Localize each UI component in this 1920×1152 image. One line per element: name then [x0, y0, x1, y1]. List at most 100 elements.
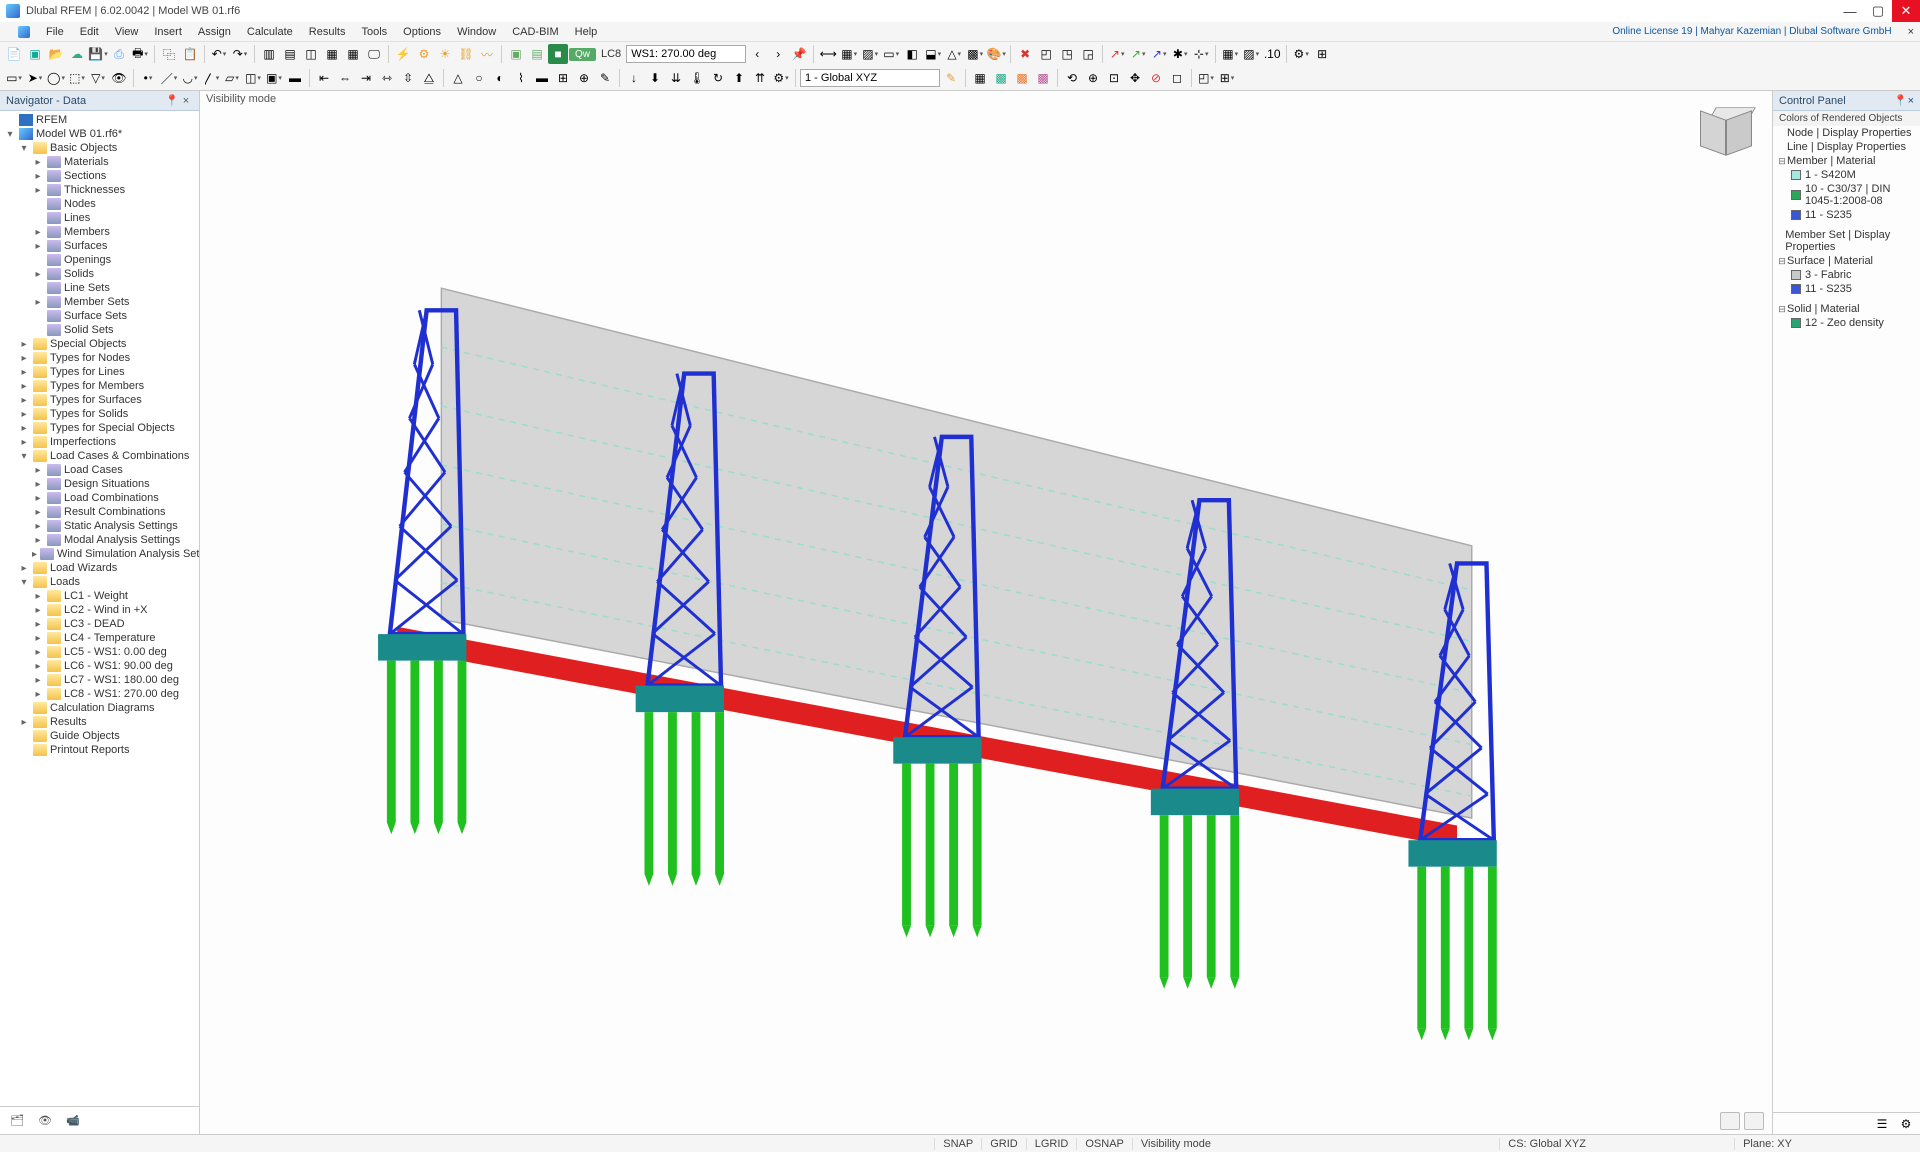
print-icon[interactable]: 🖶 [130, 44, 150, 64]
tree-item[interactable]: ▸Types for Lines [0, 365, 199, 379]
tree-item[interactable]: Nodes [0, 197, 199, 211]
menu-view[interactable]: View [107, 26, 147, 38]
tree-item[interactable]: ▸Materials [0, 155, 199, 169]
menu-help[interactable]: Help [567, 26, 606, 38]
qw-badge[interactable]: Qw [569, 48, 596, 61]
tree-item[interactable]: ▸LC4 - Temperature [0, 631, 199, 645]
zoom-in-icon[interactable]: ⊕ [1083, 68, 1103, 88]
mesh-refine-icon[interactable]: ▩ [991, 68, 1011, 88]
prev-lc-icon[interactable]: ‹ [747, 44, 767, 64]
load-free-icon[interactable]: ⇈ [750, 68, 770, 88]
nav-eye-icon[interactable]: 👁 [34, 1111, 56, 1131]
cp-settings-icon[interactable]: ⚙ [1896, 1114, 1916, 1134]
tree-item[interactable]: Lines [0, 211, 199, 225]
solid-tool-icon[interactable]: ▣ [264, 68, 284, 88]
tree-item[interactable]: ▾Load Cases & Combinations [0, 449, 199, 463]
surface-tool-icon[interactable]: ◧ [902, 44, 922, 64]
rigid-icon[interactable]: ▬ [532, 68, 552, 88]
tree-item[interactable]: ▸Design Situations [0, 477, 199, 491]
zoom-window-icon[interactable]: ◻ [1167, 68, 1187, 88]
menu-results[interactable]: Results [301, 26, 354, 38]
menu-file[interactable]: File [38, 26, 72, 38]
tree-item[interactable]: ▸Types for Solids [0, 407, 199, 421]
load-tool-icon[interactable]: ⬓ [923, 44, 943, 64]
wave-icon[interactable]: 〰 [477, 44, 497, 64]
zoom-rotate-icon[interactable]: ⟲ [1062, 68, 1082, 88]
coord-system-select[interactable] [800, 69, 940, 87]
menu-calculate[interactable]: Calculate [239, 26, 301, 38]
navigator-close-icon[interactable]: × [179, 95, 193, 107]
load-area-icon[interactable]: ⇊ [666, 68, 686, 88]
viewport[interactable]: Visibility mode [200, 91, 1772, 1134]
mirror-icon[interactable]: ⧋ [419, 68, 439, 88]
app-menu-icon[interactable] [18, 26, 30, 38]
tree-item[interactable]: ▸Special Objects [0, 337, 199, 351]
grid-icon[interactable]: ▦ [839, 44, 859, 64]
colors-icon[interactable]: 🎨 [986, 44, 1006, 64]
undo-icon[interactable]: ↶ [209, 44, 229, 64]
tree-item[interactable]: Line Sets [0, 281, 199, 295]
cp-group[interactable]: ⊟Surface | Material [1773, 254, 1920, 268]
tree-item[interactable]: ▸Types for Surfaces [0, 393, 199, 407]
surface-draw-icon[interactable]: ▱ [222, 68, 242, 88]
tree-item[interactable]: ▸Thicknesses [0, 183, 199, 197]
status-lgrid[interactable]: LGRID [1026, 1138, 1077, 1150]
cp-pin-icon[interactable]: 📍 [1894, 94, 1908, 107]
table-icon[interactable]: ▦ [343, 44, 363, 64]
polyline-icon[interactable]: 〳 [201, 68, 221, 88]
tree-item[interactable]: ▸Solids [0, 267, 199, 281]
load-temp-icon[interactable]: 🌡 [687, 68, 707, 88]
cp-color-item[interactable]: 1 - S420M [1773, 168, 1920, 182]
menu-window[interactable]: Window [449, 26, 504, 38]
tree-item[interactable]: ▸LC3 - DEAD [0, 617, 199, 631]
filter-icon[interactable]: ▽ [88, 68, 108, 88]
arc-tool-icon[interactable]: ◡ [180, 68, 200, 88]
tree-item[interactable]: ▸Imperfections [0, 435, 199, 449]
status-vis[interactable]: Visibility mode [1132, 1138, 1219, 1150]
cp-row[interactable]: Node | Display Properties [1773, 126, 1920, 140]
hinge-icon[interactable]: ○ [469, 68, 489, 88]
tree-item[interactable]: Surface Sets [0, 309, 199, 323]
display-extra-icon[interactable]: ⊞ [1312, 44, 1332, 64]
status-snap[interactable]: SNAP [934, 1138, 981, 1150]
next-lc-icon[interactable]: › [768, 44, 788, 64]
cloud-open-icon[interactable]: ☁ [67, 44, 87, 64]
axis-xyz-icon[interactable]: ✱ [1170, 44, 1190, 64]
tree-item[interactable]: ▸Load Combinations [0, 491, 199, 505]
spring-icon[interactable]: ⌇ [511, 68, 531, 88]
cp-color-item[interactable]: 10 - C30/37 | DIN 1045-1:2008-08 [1773, 182, 1920, 208]
navigator-pin-icon[interactable]: 📍 [165, 94, 179, 107]
load-settings-icon[interactable]: ⚙ [771, 68, 791, 88]
new-file-icon[interactable]: 📄 [4, 44, 24, 64]
maximize-button[interactable]: ▢ [1864, 0, 1892, 22]
tree-item[interactable]: ▸Result Combinations [0, 505, 199, 519]
axis-x-icon[interactable]: ↗ [1107, 44, 1127, 64]
load-moment-icon[interactable]: ↻ [708, 68, 728, 88]
menu-edit[interactable]: Edit [72, 26, 107, 38]
tree-item[interactable]: ▸Member Sets [0, 295, 199, 309]
tree-item[interactable]: ▸Modal Analysis Settings [0, 533, 199, 547]
copy-icon[interactable]: ⿻ [159, 44, 179, 64]
tree-item[interactable]: ▸Wind Simulation Analysis Settings [0, 547, 199, 561]
load-point-icon[interactable]: ↓ [624, 68, 644, 88]
cp-list-icon[interactable]: ☰ [1872, 1114, 1892, 1134]
tree-item[interactable]: Openings [0, 253, 199, 267]
loadcase-select[interactable] [626, 45, 746, 63]
thickness-tool-icon[interactable]: ▬ [285, 68, 305, 88]
no-zoom-icon[interactable]: ⊘ [1146, 68, 1166, 88]
distribute-h-icon[interactable]: ⇿ [377, 68, 397, 88]
lasso-icon[interactable]: ◯ [46, 68, 66, 88]
paste-icon[interactable]: 📋 [180, 44, 200, 64]
load-line-icon[interactable]: ⬇ [645, 68, 665, 88]
nav-camera-icon[interactable]: 📹 [62, 1111, 84, 1131]
cp-color-item[interactable]: 11 - S235 [1773, 208, 1920, 222]
tree-item[interactable]: ▸Types for Nodes [0, 351, 199, 365]
viewport-btn-1[interactable] [1720, 1112, 1740, 1130]
release-icon[interactable]: ◐ [490, 68, 510, 88]
axis-y-icon[interactable]: ↗ [1128, 44, 1148, 64]
gear-yellow-icon[interactable]: ⚙ [414, 44, 434, 64]
member-tool-icon[interactable]: ▭ [881, 44, 901, 64]
connection-icon[interactable]: ⊕ [574, 68, 594, 88]
cp-color-item[interactable]: 11 - S235 [1773, 282, 1920, 296]
cube1-icon[interactable]: ◰ [1036, 44, 1056, 64]
